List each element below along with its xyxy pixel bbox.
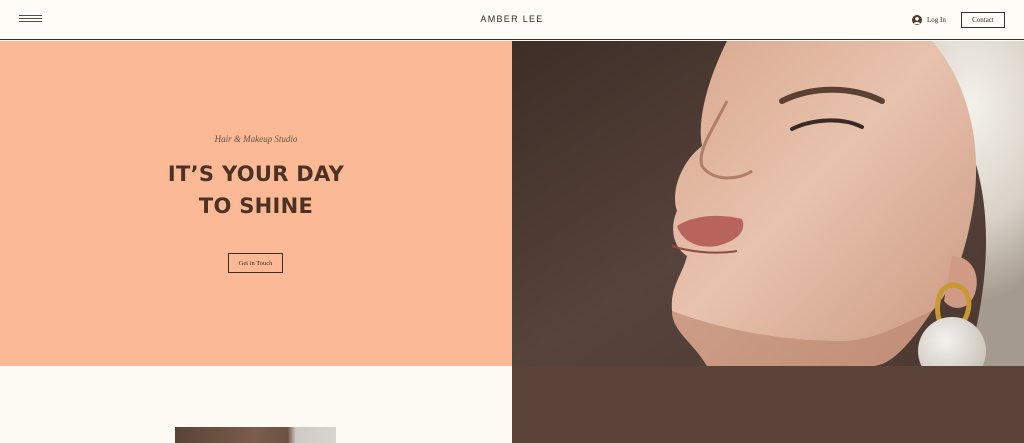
portrait-illustration: [512, 41, 1024, 366]
login-link[interactable]: Log In: [912, 14, 946, 26]
contact-button[interactable]: Contact: [961, 12, 1005, 28]
site-logo-text[interactable]: AMBER LEE: [480, 14, 543, 24]
hero-headline-line-2: TO SHINE: [198, 194, 314, 218]
hero-portrait-image: [512, 41, 1024, 366]
login-label: Log In: [927, 16, 946, 24]
site-header: AMBER LEE Log In Contact: [0, 0, 1024, 40]
lower-section-left: [0, 366, 512, 443]
hero-headline: IT’S YOUR DAY TO SHINE: [0, 158, 512, 222]
lower-photo-preview: [175, 427, 336, 443]
hero-headline-line-1: IT’S YOUR DAY: [167, 162, 345, 186]
hair-photo-strip: [175, 427, 336, 443]
hero-text-panel: Hair & Makeup Studio IT’S YOUR DAY TO SH…: [0, 41, 512, 366]
user-avatar-icon: [912, 15, 922, 25]
brand-container: AMBER LEE: [0, 14, 1024, 24]
hero-tagline: Hair & Makeup Studio: [214, 134, 298, 144]
hamburger-menu-icon[interactable]: [19, 14, 42, 24]
get-in-touch-button[interactable]: Get in Touch: [228, 253, 283, 273]
lower-section-right: [512, 366, 1024, 443]
